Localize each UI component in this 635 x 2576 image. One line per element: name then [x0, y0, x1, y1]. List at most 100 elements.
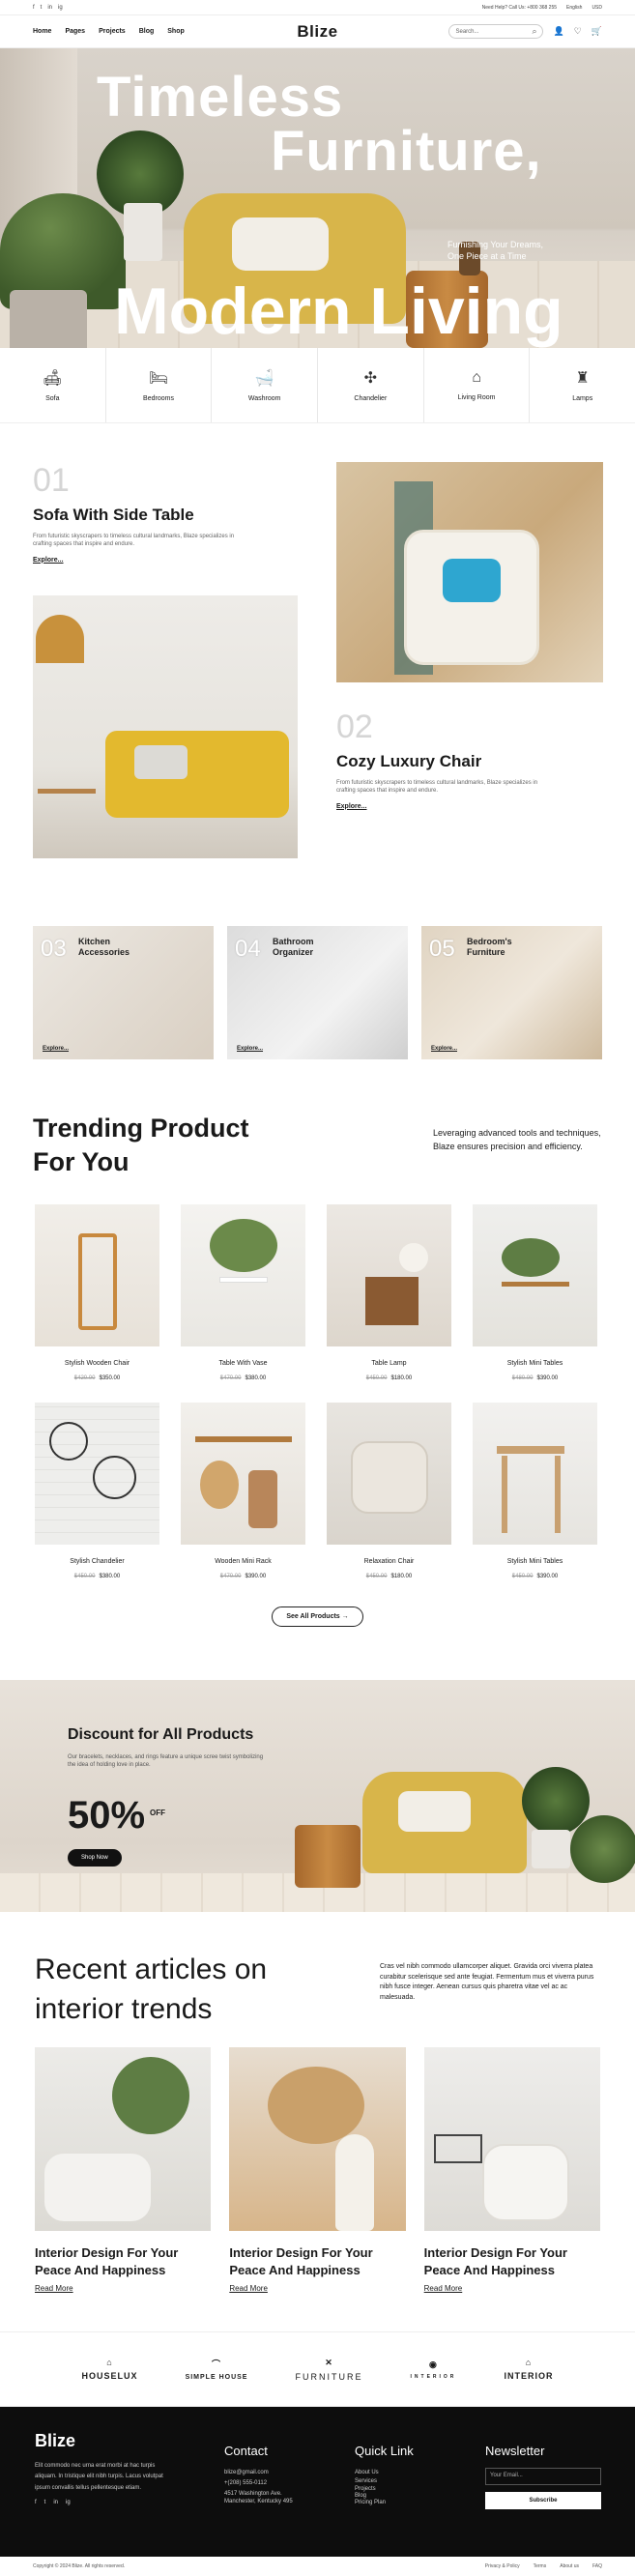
about-link[interactable]: About us: [560, 2563, 579, 2569]
product-image[interactable]: [35, 1204, 159, 1346]
product-image[interactable]: [473, 1204, 597, 1346]
user-icon[interactable]: 👤: [553, 27, 563, 36]
category-washroom[interactable]: 🛁 Washroom: [212, 348, 319, 422]
contact-email[interactable]: blize@gmail.com: [224, 2468, 311, 2478]
read-more-link[interactable]: Read More: [229, 2284, 405, 2293]
read-more-link[interactable]: Read More: [35, 2284, 211, 2293]
category-lamps[interactable]: ♜ Lamps: [530, 348, 635, 422]
article-title[interactable]: Interior Design For Your Peace And Happi…: [424, 2244, 600, 2278]
product-image[interactable]: [181, 1204, 305, 1346]
search-icon[interactable]: ⌕: [532, 27, 536, 36]
category-sofa[interactable]: 🛋 Sofa: [0, 348, 106, 422]
product-card[interactable]: Table With Vase $470.00 $380.00: [181, 1204, 305, 1381]
footer-link-blog[interactable]: Blog: [355, 2493, 414, 2500]
explore-link[interactable]: Explore...: [237, 1046, 263, 1052]
logo[interactable]: Blize: [297, 22, 337, 42]
product-image[interactable]: [327, 1204, 451, 1346]
brand-name: INTERIOR: [410, 2373, 457, 2380]
discount-percent: 50%: [68, 1794, 146, 1837]
product-image[interactable]: [35, 1403, 159, 1545]
shop-now-button[interactable]: Shop Now: [68, 1849, 122, 1867]
cart-icon[interactable]: 🛒: [592, 27, 602, 36]
footer-link-projects[interactable]: Projects: [355, 2486, 414, 2493]
nav-home[interactable]: Home: [33, 28, 51, 35]
article-card[interactable]: Interior Design For Your Peace And Happi…: [229, 2047, 406, 2293]
armchair-icon: ⌂: [472, 369, 481, 386]
category-living-room[interactable]: ⌂ Living Room: [424, 348, 531, 422]
instagram-icon[interactable]: ig: [58, 5, 63, 11]
footer-link-services[interactable]: Services: [355, 2478, 414, 2485]
explore-link[interactable]: Explore...: [43, 1046, 69, 1052]
product-name[interactable]: Relaxation Chair: [327, 1558, 451, 1565]
linkedin-icon[interactable]: in: [47, 5, 52, 11]
subscribe-button[interactable]: Subscribe: [485, 2492, 601, 2510]
article-image[interactable]: [229, 2047, 406, 2231]
terms-link[interactable]: Terms: [534, 2563, 547, 2569]
product-card[interactable]: Stylish Mini Tables $480.00 $390.00: [473, 1204, 597, 1381]
room-card-kitchen[interactable]: 03 Kitchen Accessories Explore...: [33, 926, 214, 1059]
search-placeholder: Search...: [455, 28, 479, 35]
contact-phone[interactable]: +(208) 555-0112: [224, 2478, 311, 2489]
nav-shop[interactable]: Shop: [167, 28, 185, 35]
category-chandelier[interactable]: ✣ Chandelier: [318, 348, 424, 422]
brand-name: SIMPLE HOUSE: [185, 2374, 248, 2382]
read-more-link[interactable]: Read More: [424, 2284, 600, 2293]
newsletter-email-input[interactable]: Your Email...: [485, 2468, 601, 2486]
footer-contact: Contact blize@gmail.com +(208) 555-0112 …: [224, 2444, 311, 2506]
twitter-icon[interactable]: t: [44, 2500, 46, 2505]
article-card[interactable]: Interior Design For Your Peace And Happi…: [423, 2047, 600, 2293]
room-card-bathroom[interactable]: 04 Bathroom Organizer Explore...: [227, 926, 408, 1059]
facebook-icon[interactable]: f: [35, 2500, 37, 2505]
explore-link[interactable]: Explore...: [336, 803, 539, 810]
heart-icon[interactable]: ♡: [574, 27, 582, 36]
article-image[interactable]: [35, 2047, 212, 2231]
sofa-icon: 🛋: [43, 370, 63, 387]
product-card[interactable]: Wooden Mini Rack $470.00 $390.00: [181, 1403, 305, 1579]
discount-plant-2: [570, 1815, 635, 1883]
product-name[interactable]: Stylish Chandelier: [35, 1558, 159, 1565]
currency-select[interactable]: USD: [592, 5, 602, 11]
instagram-icon[interactable]: ig: [66, 2500, 71, 2505]
articles-header: Recent articles on interior trends Cras …: [0, 1912, 635, 2047]
nav-projects[interactable]: Projects: [99, 28, 126, 35]
current-price: $380.00: [245, 1375, 267, 1381]
see-all-products-button[interactable]: See All Products →: [272, 1606, 363, 1627]
search-input[interactable]: Search... ⌕: [448, 24, 544, 39]
product-image[interactable]: [473, 1403, 597, 1545]
hero-pot: [10, 290, 87, 348]
language-select[interactable]: English: [566, 5, 582, 11]
brand-interior: ⌂ INTERIOR: [504, 2358, 553, 2381]
linkedin-icon[interactable]: in: [53, 2500, 58, 2505]
product-name[interactable]: Wooden Mini Rack: [181, 1558, 305, 1565]
product-card[interactable]: Stylish Chandelier $450.00 $380.00: [35, 1403, 159, 1579]
article-title[interactable]: Interior Design For Your Peace And Happi…: [35, 2244, 211, 2278]
product-name[interactable]: Table With Vase: [181, 1360, 305, 1367]
product-image[interactable]: [327, 1403, 451, 1545]
product-name[interactable]: Table Lamp: [327, 1360, 451, 1367]
discount-banner: Discount for All Products Our bracelets,…: [0, 1680, 635, 1912]
twitter-icon[interactable]: t: [41, 5, 43, 11]
product-card[interactable]: Table Lamp $450.00 $180.00: [327, 1204, 451, 1381]
product-name[interactable]: Stylish Mini Tables: [473, 1360, 597, 1367]
footer-link-pricing[interactable]: Pricing Plan: [355, 2500, 414, 2506]
nav-pages[interactable]: Pages: [65, 28, 85, 35]
product-image[interactable]: [181, 1403, 305, 1545]
product-price: $470.00 $380.00: [181, 1375, 305, 1381]
product-card[interactable]: Relaxation Chair $450.00 $180.00: [327, 1403, 451, 1579]
product-card[interactable]: Stylish Mini Tables $450.00 $390.00: [473, 1403, 597, 1579]
nav-blog[interactable]: Blog: [139, 28, 155, 35]
category-bedrooms[interactable]: 🛏 Bedrooms: [106, 348, 213, 422]
explore-link[interactable]: Explore...: [431, 1046, 457, 1052]
explore-link[interactable]: Explore...: [33, 557, 236, 564]
footer-link-about[interactable]: About Us: [355, 2468, 414, 2478]
faq-link[interactable]: FAQ: [592, 2563, 602, 2569]
facebook-icon[interactable]: f: [33, 5, 35, 11]
privacy-link[interactable]: Privacy & Policy: [485, 2563, 520, 2569]
product-card[interactable]: Stylish Wooden Chair $420.00 $350.00: [35, 1204, 159, 1381]
product-name[interactable]: Stylish Mini Tables: [473, 1558, 597, 1565]
article-title[interactable]: Interior Design For Your Peace And Happi…: [229, 2244, 405, 2278]
article-image[interactable]: [423, 2047, 600, 2231]
article-card[interactable]: Interior Design For Your Peace And Happi…: [35, 2047, 212, 2293]
room-card-bedroom[interactable]: 05 Bedroom's Furniture Explore...: [421, 926, 602, 1059]
product-name[interactable]: Stylish Wooden Chair: [35, 1360, 159, 1367]
